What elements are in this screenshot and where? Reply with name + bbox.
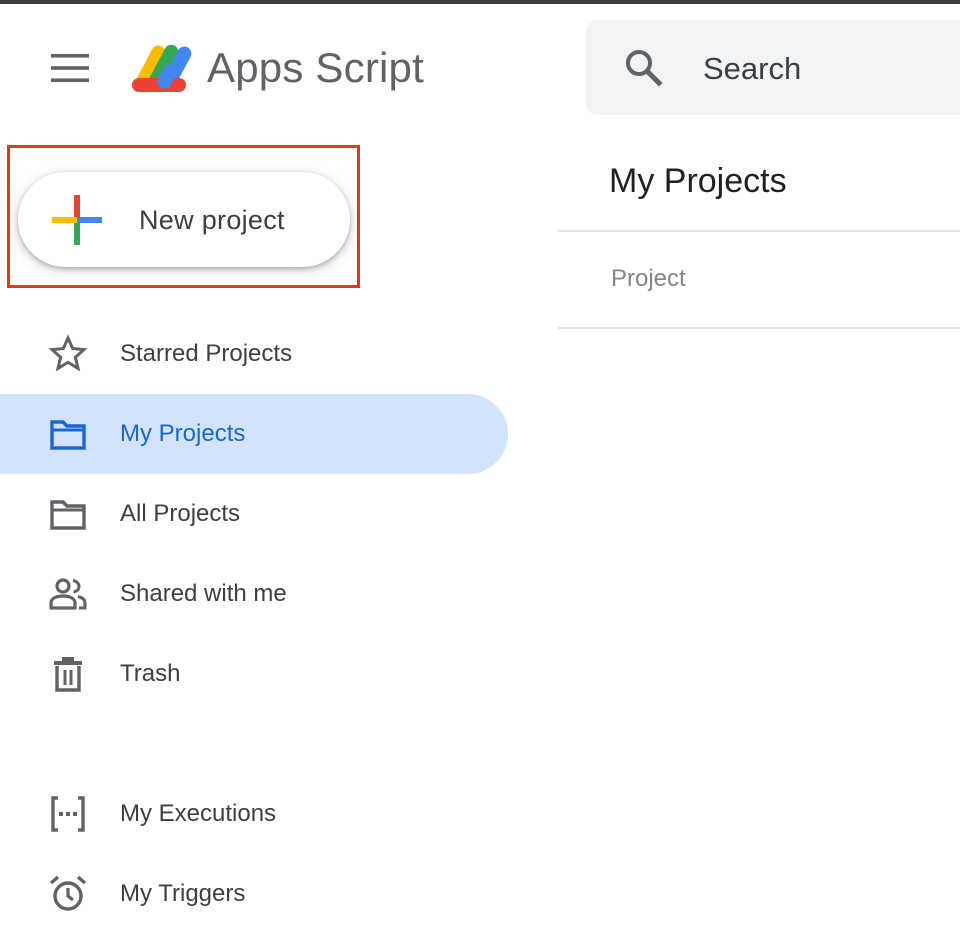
alarm-icon xyxy=(49,875,87,911)
header-divider xyxy=(558,230,960,232)
sidebar-item-shared-with-me[interactable]: Shared with me xyxy=(0,554,508,634)
column-header-project[interactable]: Project xyxy=(611,264,686,294)
sidebar-item-label: My Triggers xyxy=(120,880,246,907)
sidebar-item-trash[interactable]: Trash xyxy=(0,634,508,714)
new-project-label: New project xyxy=(139,205,285,235)
sidebar-item-all-projects[interactable]: All Projects xyxy=(0,474,508,554)
folder-icon xyxy=(50,500,86,530)
sidebar-item-label: My Projects xyxy=(120,420,246,447)
main-menu-button[interactable] xyxy=(42,44,98,92)
table-header-divider xyxy=(558,327,960,329)
sidebar-item-label: Starred Projects xyxy=(120,340,293,367)
sidebar-item-starred-projects[interactable]: Starred Projects xyxy=(0,314,508,394)
executions-icon xyxy=(51,796,85,832)
people-icon xyxy=(49,578,87,610)
hamburger-menu-icon xyxy=(51,54,89,82)
sidebar-item-label: All Projects xyxy=(120,500,241,527)
sidebar-item-label: My Executions xyxy=(120,800,277,827)
search-icon[interactable] xyxy=(622,46,666,90)
plus-icon xyxy=(52,195,102,245)
trash-icon xyxy=(54,657,82,692)
sidebar-item-my-triggers[interactable]: My Triggers xyxy=(0,854,508,934)
window-top-border xyxy=(0,0,960,4)
star-icon xyxy=(48,334,88,372)
search-input[interactable]: Search xyxy=(703,50,801,88)
sidebar-item-my-executions[interactable]: My Executions xyxy=(0,774,508,854)
page-title: My Projects xyxy=(609,162,787,200)
app-title: Apps Script xyxy=(207,44,424,91)
sidebar-item-my-projects[interactable]: My Projects xyxy=(0,394,508,474)
apps-script-logo xyxy=(132,44,192,92)
sidebar-item-label: Trash xyxy=(120,660,181,687)
sidebar-item-label: Shared with me xyxy=(120,580,287,607)
folder-icon xyxy=(50,420,86,450)
